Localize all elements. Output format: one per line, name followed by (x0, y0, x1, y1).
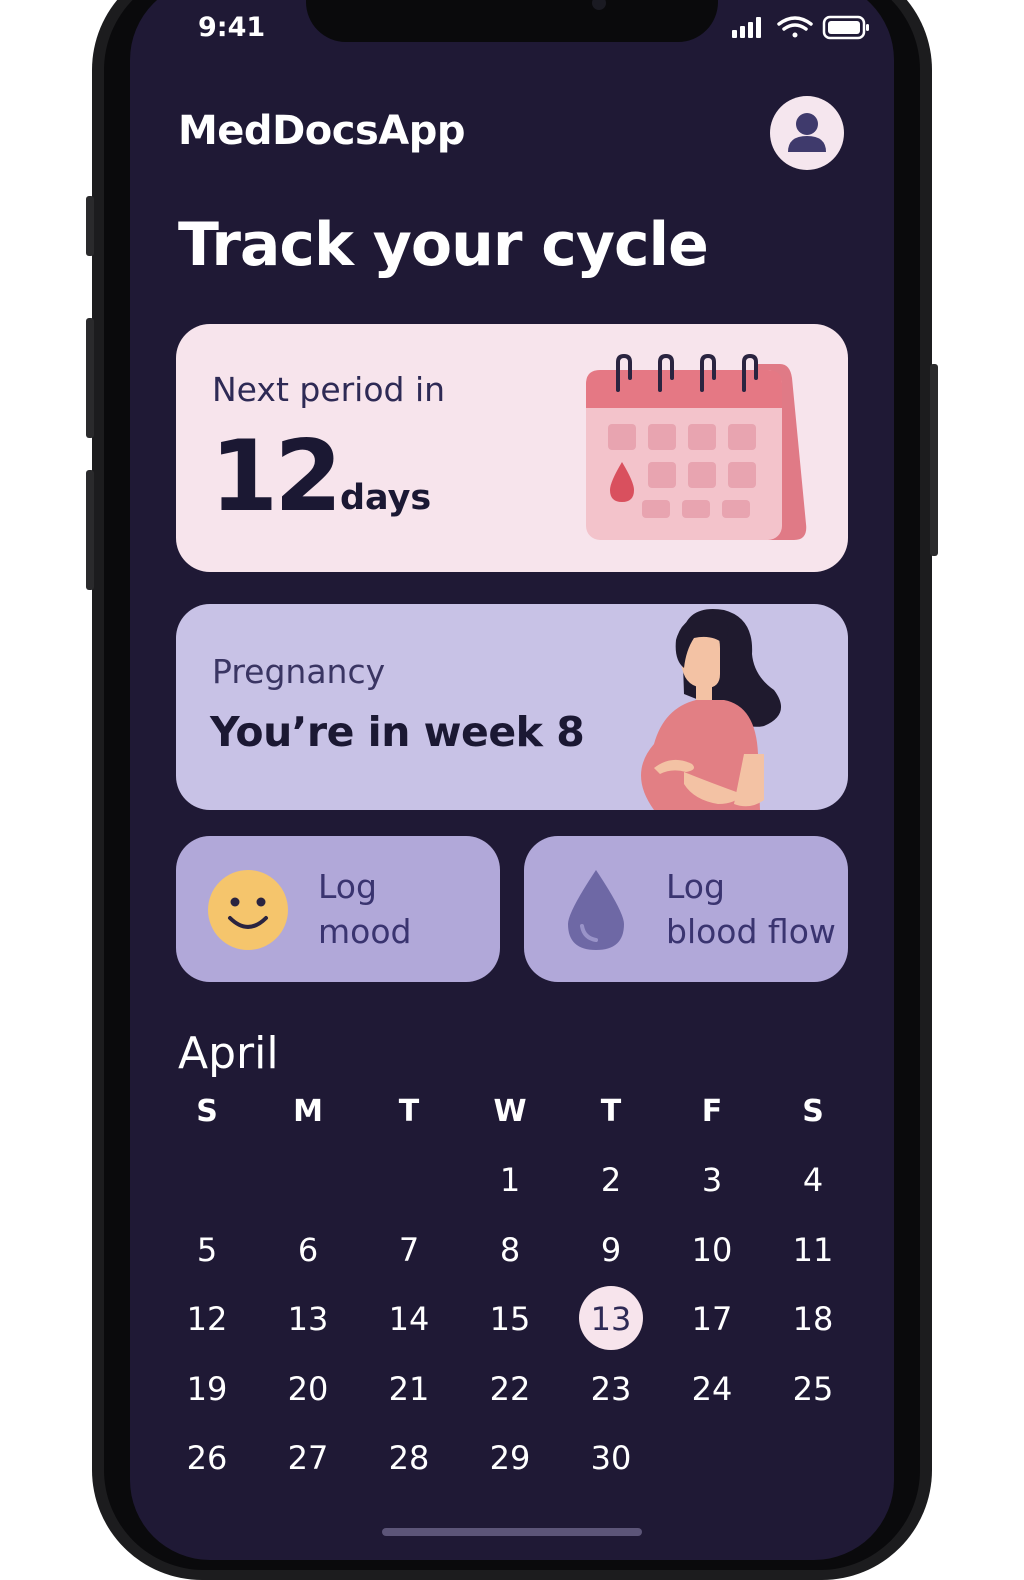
calendar-day[interactable]: 9 (561, 1220, 661, 1280)
user-icon (788, 113, 826, 152)
calendar-day[interactable]: 21 (359, 1359, 459, 1419)
app-title: MedDocsApp (178, 108, 466, 154)
home-indicator (382, 1528, 642, 1536)
calendar-day[interactable]: 30 (561, 1428, 661, 1488)
log-mood-button[interactable]: Log mood (176, 836, 500, 982)
notch (306, 0, 718, 42)
signal-icon (732, 17, 761, 38)
calendar-day[interactable]: 11 (763, 1220, 863, 1280)
volume-up-button (86, 318, 94, 438)
calendar-day[interactable]: 12 (157, 1289, 257, 1349)
calendar-day-selected[interactable]: 13 (561, 1286, 661, 1350)
calendar-day[interactable]: 8 (460, 1220, 560, 1280)
calendar-day[interactable]: 22 (460, 1359, 560, 1419)
calendar-day[interactable]: 24 (662, 1359, 762, 1419)
weekday-header: T (600, 1094, 622, 1129)
battery-icon (822, 15, 869, 40)
calendar-day[interactable]: 5 (157, 1220, 257, 1280)
status-icons (732, 15, 869, 40)
power-button (930, 364, 938, 556)
calendar-day[interactable]: 14 (359, 1289, 459, 1349)
wifi-icon (777, 16, 813, 38)
next-period-card[interactable]: Next period in 12 days (176, 324, 848, 572)
calendar-day[interactable]: 28 (359, 1428, 459, 1488)
calendar-month-title: April (178, 1028, 279, 1079)
calendar-day[interactable]: 19 (157, 1359, 257, 1419)
calendar-day[interactable]: 6 (258, 1220, 358, 1280)
page-headline: Track your cycle (178, 210, 709, 280)
weekday-header: S (802, 1094, 824, 1129)
log-mood-label: Log mood (318, 867, 412, 951)
volume-down-button (86, 470, 94, 590)
calendar-day[interactable]: 17 (662, 1289, 762, 1349)
calendar-day[interactable]: 2 (561, 1150, 661, 1210)
calendar-day[interactable]: 7 (359, 1220, 459, 1280)
calendar-day[interactable]: 25 (763, 1359, 863, 1419)
calendar-day[interactable]: 13 (258, 1289, 358, 1349)
status-time: 9:41 (198, 12, 266, 43)
calendar-day[interactable]: 3 (662, 1150, 762, 1210)
pregnancy-card[interactable]: Pregnancy You’re in week 8 (176, 604, 848, 810)
pregnancy-week: You’re in week 8 (210, 708, 585, 756)
weekday-header: T (398, 1094, 420, 1129)
profile-avatar-button[interactable] (770, 96, 844, 170)
next-period-label: Next period in (212, 370, 446, 409)
calendar-day[interactable]: 10 (662, 1220, 762, 1280)
days-unit: days (340, 478, 432, 518)
pregnancy-label: Pregnancy (212, 652, 386, 691)
log-blood-flow-button[interactable]: Log blood flow (524, 836, 848, 982)
calendar-day[interactable]: 20 (258, 1359, 358, 1419)
calendar-day[interactable]: 27 (258, 1428, 358, 1488)
pregnant-woman-illustration (641, 609, 782, 810)
log-blood-flow-label: Log blood flow (666, 867, 836, 951)
calendar-day[interactable]: 23 (561, 1359, 661, 1419)
drop-icon (568, 870, 624, 950)
weekday-header: F (701, 1094, 723, 1129)
weekday-header: S (196, 1094, 218, 1129)
calendar-day[interactable]: 18 (763, 1289, 863, 1349)
calendar-day[interactable]: 29 (460, 1428, 560, 1488)
calendar-drop-icon (586, 354, 807, 540)
calendar-day[interactable]: 4 (763, 1150, 863, 1210)
calendar-day[interactable]: 1 (460, 1150, 560, 1210)
calendar-day[interactable]: 15 (460, 1289, 560, 1349)
app-screen: 9:41 MedDocsApp Track your cycle Next pe… (130, 0, 894, 1560)
days-until-period: 12 (210, 420, 342, 534)
weekday-header: M (293, 1094, 323, 1129)
weekday-header: W (493, 1094, 527, 1129)
mute-switch (86, 196, 94, 256)
camera-icon (592, 0, 606, 10)
calendar-day[interactable]: 26 (157, 1428, 257, 1488)
smiley-icon (208, 870, 288, 950)
